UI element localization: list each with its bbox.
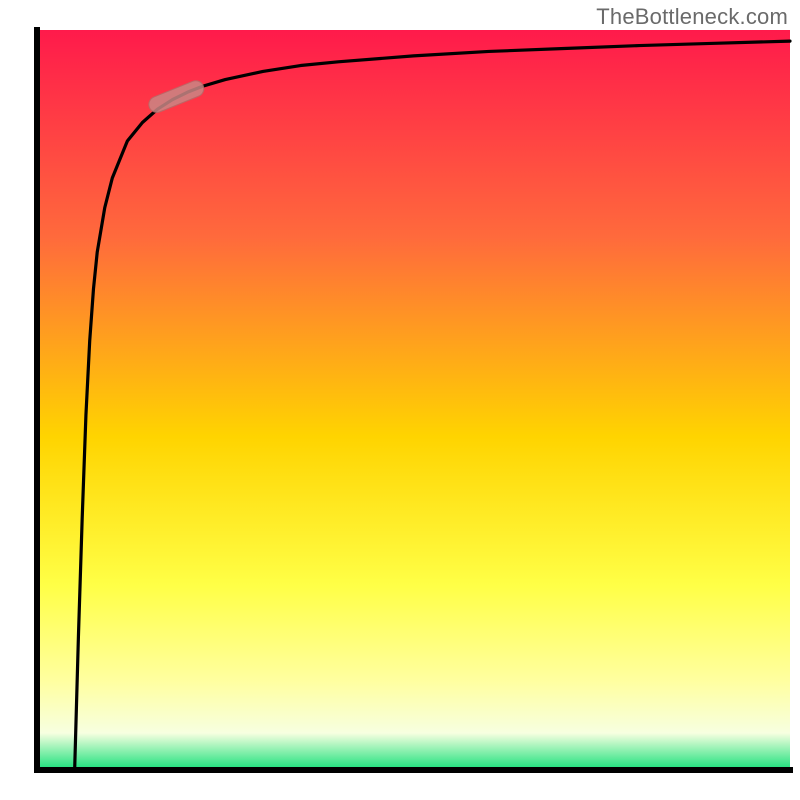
chart-stage: TheBottleneck.com — [0, 0, 800, 800]
chart-svg — [0, 0, 800, 800]
plot-background — [37, 30, 790, 770]
